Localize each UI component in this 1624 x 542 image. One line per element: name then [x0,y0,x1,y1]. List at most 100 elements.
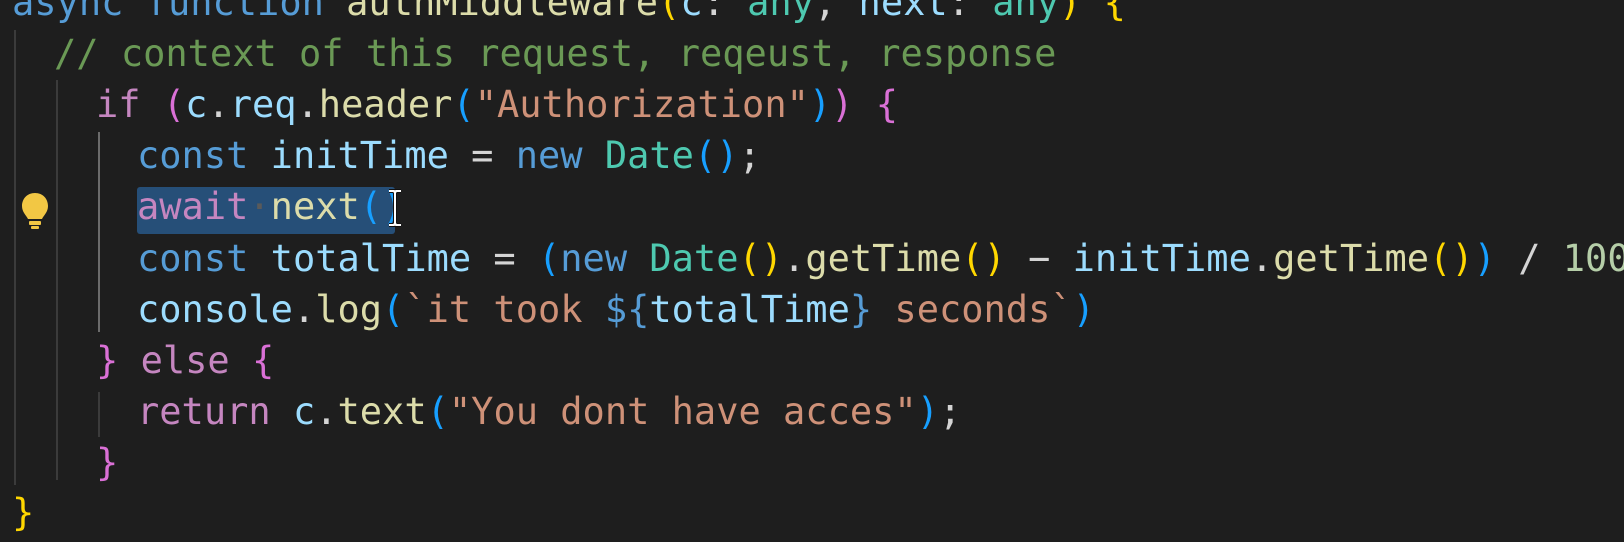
code-line[interactable]: console.log(`it took ${totalTime} second… [137,283,1095,336]
code-token: ( [140,83,186,126]
code-token: totalTime [270,237,472,280]
code-token: const [137,237,249,280]
code-token: `it took [404,288,605,331]
code-token: } [96,339,119,382]
code-editor[interactable]: async function authMiddleware(c: any, ne… [0,0,1624,542]
code-token: = [471,237,538,280]
code-token: "Authorization" [474,83,809,126]
code-token: ) [1072,288,1095,331]
code-line[interactable]: const initTime = new Date(); [137,129,761,182]
code-line[interactable]: } [12,486,34,539]
code-token: , [813,0,859,24]
code-token: ( [537,237,561,280]
code-token: initTime [1072,237,1251,280]
code-token: authMiddleware [346,0,659,24]
code-token: ) [1059,0,1082,24]
code-token: new [515,134,583,177]
code-token: getTime [805,237,962,280]
code-token: header [318,83,453,126]
code-token: req [229,83,297,126]
code-token: . [783,237,806,280]
code-token: ) [808,83,832,126]
code-token: c [292,390,316,433]
code-token: totalTime [649,288,850,331]
text-cursor-icon [389,189,401,227]
code-token: ( [426,390,449,433]
code-token: any [747,0,814,24]
code-token: . [296,83,319,126]
indent-guide [14,30,16,485]
code-token: } [12,491,35,534]
code-token: ${ [604,288,650,331]
code-token: ) [916,390,939,433]
code-token: { [1081,0,1126,24]
code-token: = [448,134,516,177]
code-line[interactable]: async function authMiddleware(c: any, ne… [12,0,1126,29]
code-token: ( [658,0,681,24]
code-token: Date [649,237,739,280]
code-token: / [1495,237,1563,280]
code-token: c [680,0,703,24]
code-token: 1000 [1562,237,1624,280]
code-line[interactable]: // context of this request, reqeust, res… [54,27,1056,80]
code-token: . [207,83,230,126]
code-token: } [849,288,873,331]
code-token: . [292,288,316,331]
code-line[interactable]: const totalTime = (new Date().getTime() … [137,232,1624,285]
code-token: next [270,185,360,228]
code-token: { [853,83,898,126]
code-line[interactable]: if (c.req.header("Authorization")) { [96,78,898,131]
code-token: "You dont have acces" [448,390,917,433]
code-token: () [1429,237,1474,280]
code-line[interactable]: return c.text("You dont have acces"); [137,385,961,438]
code-token: async [12,0,124,24]
code-token: getTime [1273,237,1430,280]
code-token: new [560,237,628,280]
code-token: () [961,237,1006,280]
code-token: : [702,0,748,24]
lightbulb-icon[interactable] [20,191,50,231]
code-line[interactable]: } else { [96,334,274,387]
code-token: next [858,0,948,24]
code-token: ; [738,134,761,177]
code-token: text [337,390,427,433]
code-token: ; [938,390,962,433]
code-token: any [992,0,1060,24]
code-token: } [96,441,119,484]
code-token: . [315,390,338,433]
code-token: () [738,237,784,280]
code-token: ( [382,288,405,331]
whitespace-marker: · [248,185,271,228]
code-line[interactable]: await·next() [137,180,404,233]
code-token: return [137,390,271,433]
code-token: seconds` [872,288,1073,331]
code-token: c [185,83,208,126]
code-token: function [123,0,347,24]
code-token: () [693,134,739,177]
code-token: { [251,339,275,382]
code-comment: // context of this request, reqeust, res… [54,32,1057,75]
code-token: log [315,288,383,331]
code-token: − [1005,237,1073,280]
code-token: : [947,0,993,24]
code-token: ) [831,83,854,126]
code-token: Date [604,134,694,177]
code-token: if [96,83,141,126]
code-token: initTime [270,134,449,177]
indent-guide [98,132,100,332]
code-token: console [137,288,293,331]
code-token: const [137,134,249,177]
code-token: else [140,339,230,382]
code-token: . [1250,237,1274,280]
code-line[interactable]: } [96,436,118,489]
code-token: ) [1473,237,1496,280]
indent-guide [98,392,100,437]
code-token: ( [452,83,475,126]
